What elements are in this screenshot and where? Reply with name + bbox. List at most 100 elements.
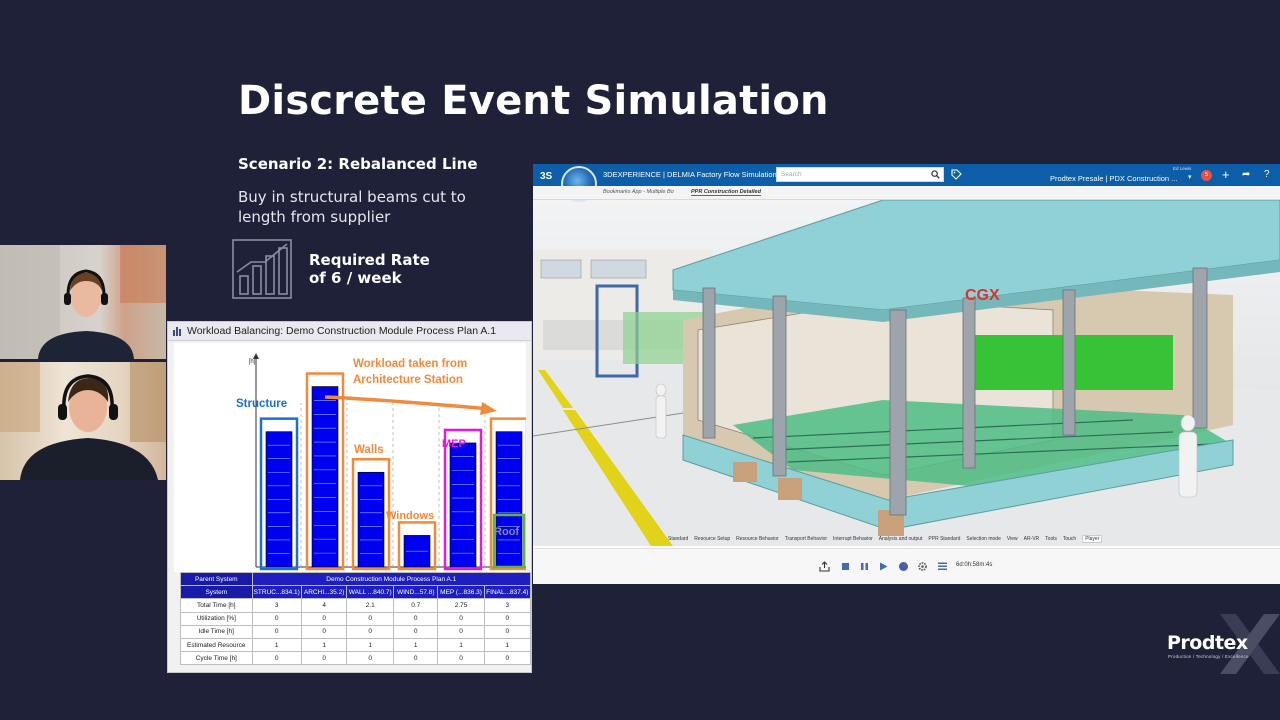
- pause-icon[interactable]: [859, 561, 870, 572]
- action-tab-player[interactable]: Player: [1082, 535, 1103, 543]
- share-icon[interactable]: ➦: [1242, 169, 1250, 180]
- action-tab-tools[interactable]: Tools: [1045, 536, 1057, 542]
- collab-space-selector[interactable]: Prodtex Presale | PDX Construction ...: [1050, 174, 1177, 183]
- app-brand: 3DEXPERIENCE | DELMIA Factory Flow Simul…: [603, 170, 777, 179]
- annotation-roof: Roof: [494, 526, 519, 538]
- annotation-structure: Structure: [236, 398, 287, 410]
- table-row-cell: 3: [483, 598, 532, 613]
- table-row-cell: 2.1: [346, 598, 394, 613]
- workload-chart: [h] Structure Workload taken from Architect…: [174, 343, 526, 572]
- table-row-cell: 1: [483, 637, 532, 653]
- export-icon[interactable]: [819, 561, 830, 572]
- action-tab-resource-setup[interactable]: Resource Setup: [694, 536, 730, 542]
- annotation-windows: Windows: [386, 510, 434, 522]
- table-row-cell: 0: [437, 651, 485, 666]
- table-row-system-cell: STRUC...834.1): [251, 585, 302, 600]
- workload-arrow: [324, 395, 491, 411]
- action-tab-view[interactable]: View: [1007, 536, 1018, 542]
- tab-strip: Bookmarks App - Multiple Bo PPR Construc…: [533, 186, 1280, 200]
- table-row-system: System STRUC...834.1) ARCHI...35.2) WALL ..…: [180, 585, 532, 600]
- table-row-system-label: System: [180, 585, 253, 600]
- table-row-cell: 0: [300, 624, 348, 639]
- table-row-cell: 0: [346, 611, 394, 626]
- y-axis-unit: [h]: [249, 359, 256, 365]
- table-row-cell: 1: [300, 637, 348, 653]
- table-row-cell: 0.7: [392, 598, 439, 613]
- scenario-title: Scenario 2: Rebalanced Line: [238, 155, 478, 173]
- participant-1-figure: [0, 245, 166, 359]
- table-row-cell: 0: [483, 651, 532, 666]
- workload-titlebar: Workload Balancing: Demo Construction Mo…: [168, 322, 531, 341]
- table-row-cell: 1: [392, 637, 439, 653]
- table-row-cell: 0: [300, 611, 348, 626]
- search-input[interactable]: Search: [776, 167, 944, 182]
- action-tab-resource-behavior[interactable]: Resource Behavior: [736, 536, 779, 542]
- table-row-cell: 0: [392, 611, 439, 626]
- participant-2-figure: [0, 362, 166, 480]
- slide-title: Discrete Event Simulation: [238, 78, 829, 124]
- workload-balancing-panel: Workload Balancing: Demo Construction Mo…: [167, 321, 532, 673]
- workload-table: Parent System Demo Construction Module Pr…: [180, 571, 532, 666]
- annotation-mep: MEP: [442, 438, 466, 450]
- action-tab-interrupt-behavior[interactable]: Interrupt Behavior: [833, 536, 873, 542]
- annotation-moved-line1: Workload taken from: [353, 358, 467, 370]
- workload-title: Workload Balancing: Demo Construction Mo…: [187, 325, 497, 337]
- table-row-cell: 0: [437, 624, 485, 639]
- table-row-cell: 0: [300, 651, 348, 666]
- action-tab-selection-mode[interactable]: Selection mode: [966, 536, 1000, 542]
- 3d-viewport[interactable]: CGX: [533, 200, 1280, 546]
- action-tab-transport-behavior[interactable]: Transport Behavior: [785, 536, 827, 542]
- required-rate: Required Rate of 6 / week: [309, 251, 449, 287]
- table-row-label: Utilization [%]: [180, 611, 253, 626]
- play-icon[interactable]: [878, 561, 889, 572]
- table-row-cell: 0: [437, 611, 485, 626]
- rate-chart-icon: [232, 239, 292, 299]
- delmia-app-window: CGX 3S 3DEXPERIENCE | DELMIA Factory Flo…: [533, 164, 1280, 584]
- action-bar-tabs: Standard Resource Setup Resource Behavior T…: [668, 535, 1168, 546]
- workload-arrow-head: [480, 402, 497, 415]
- speed-gauge-icon[interactable]: [898, 561, 909, 572]
- tag-icon[interactable]: [951, 169, 962, 180]
- search-icon[interactable]: [931, 170, 940, 179]
- table-row-cell: 0: [251, 624, 302, 639]
- table-row-cell: 0: [251, 611, 302, 626]
- table-row-cell: 0: [392, 624, 439, 639]
- scenario-description: Buy in structural beams cut to length fr…: [238, 188, 466, 226]
- table-row-label: Idle Time [h]: [180, 624, 253, 639]
- bar: [311, 386, 339, 568]
- table-row-system-cell: WIND...57.8): [392, 585, 439, 600]
- simulation-time: 6d:0h:58m:4s: [956, 562, 993, 568]
- table-row-cell: 0: [483, 624, 532, 639]
- settings-gear-icon[interactable]: [917, 561, 928, 572]
- prodtex-logo: Prodtex: [1167, 632, 1248, 654]
- table-row-system-cell: WALL ...840.7): [346, 585, 394, 600]
- chevron-down-icon[interactable]: ▾: [1188, 173, 1192, 181]
- table-row-system-cell: FINAL...837.4): [483, 585, 532, 600]
- list-icon[interactable]: [937, 561, 948, 572]
- table-row-cell: 0: [251, 651, 302, 666]
- notification-badge[interactable]: 5: [1201, 170, 1212, 181]
- parent-system-label: Parent System: [180, 571, 253, 587]
- help-icon[interactable]: ?: [1264, 169, 1270, 180]
- action-tab-ar-vr[interactable]: AR-VR: [1024, 536, 1040, 542]
- parent-system-value: Demo Construction Module Process Plan A.…: [251, 571, 532, 587]
- action-tab-analysis-and-output[interactable]: Analysis and output: [879, 536, 923, 542]
- table-row-label: Total Time [h]: [180, 598, 253, 613]
- action-tab-touch[interactable]: Touch: [1063, 536, 1076, 542]
- tab-ppr-construction[interactable]: PPR Construction Detailed: [691, 189, 761, 196]
- table-row: Idle Time [h] 0 0 0 0 0 0: [180, 624, 532, 639]
- user-name: Ed Lewis: [1173, 166, 1192, 171]
- table-row-parent: Parent System Demo Construction Module Pr…: [180, 571, 532, 587]
- table-row-cell: 0: [346, 651, 394, 666]
- table-row-cell: 4: [300, 598, 348, 613]
- bar-chart-icon: [173, 327, 181, 336]
- app-header: 3S 3DEXPERIENCE | DELMIA Factory Flow Si…: [533, 164, 1280, 186]
- table-row-cell: 0: [392, 651, 439, 666]
- tab-bookmarks[interactable]: Bookmarks App - Multiple Bo: [603, 189, 674, 195]
- action-tab-ppr-standard[interactable]: PPR Standard: [928, 536, 960, 542]
- table-row-cell: 1: [346, 637, 394, 653]
- action-tab-standard[interactable]: Standard: [668, 536, 688, 542]
- stop-icon[interactable]: [840, 561, 851, 572]
- participant-video-1: [0, 245, 166, 359]
- add-icon[interactable]: +: [1222, 167, 1230, 182]
